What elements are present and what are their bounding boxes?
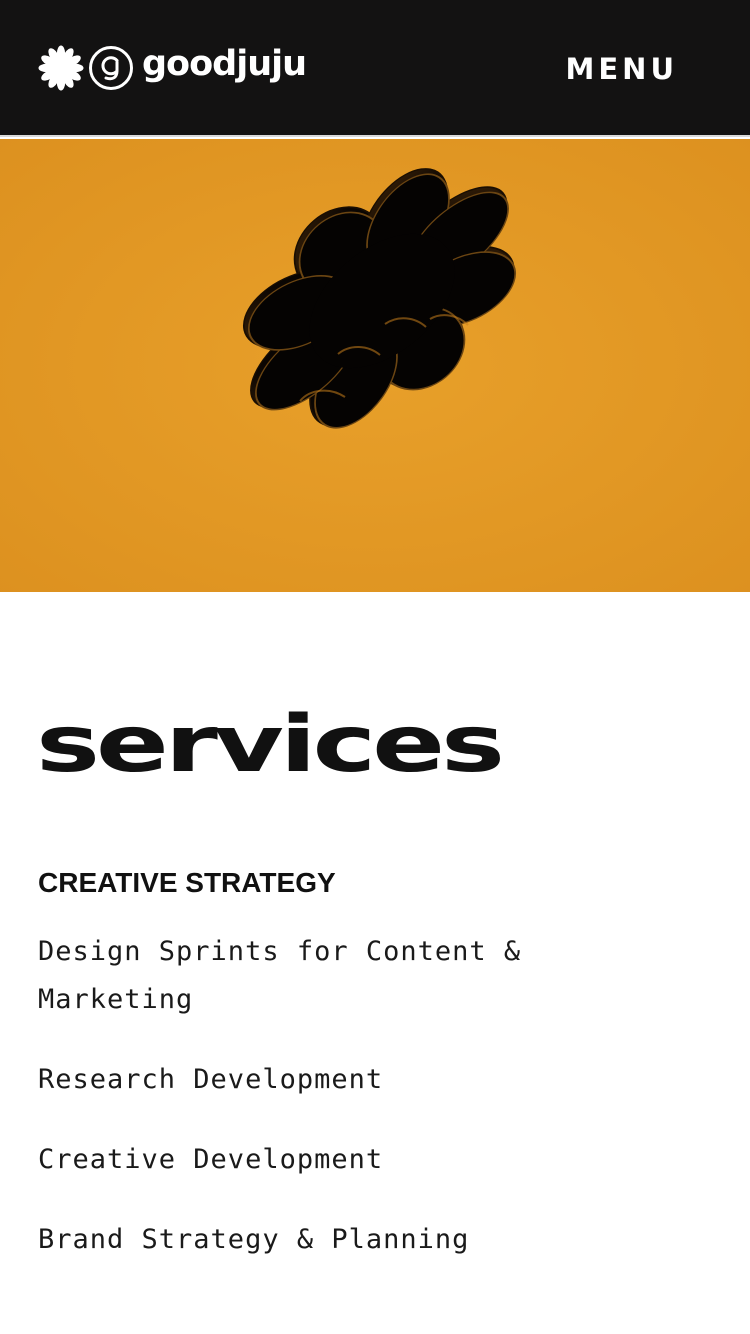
brand-logo[interactable]: goodjuju [38, 44, 307, 92]
flower-logo-icon [38, 45, 84, 91]
services-title: services [36, 700, 505, 790]
creative-strategy-heading: CREATIVE STRATEGY [38, 867, 336, 898]
menu-button[interactable]: MENU [566, 50, 679, 88]
services-list: Design Sprints for Content & Marketing R… [38, 928, 558, 1296]
g-circle-logo-icon [89, 46, 133, 90]
hero-banner [0, 139, 750, 592]
site-header: goodjuju MENU [0, 0, 750, 137]
service-item-creative-development: Creative Development [38, 1144, 384, 1175]
service-item-brand-strategy: Brand Strategy & Planning [38, 1224, 470, 1255]
service-item-research-development: Research Development [38, 1064, 384, 1095]
3d-flower-icon [0, 139, 750, 592]
brand-wordmark: goodjuju [142, 44, 307, 84]
service-item-design-sprints: Design Sprints for Content & Marketing [38, 936, 522, 1015]
